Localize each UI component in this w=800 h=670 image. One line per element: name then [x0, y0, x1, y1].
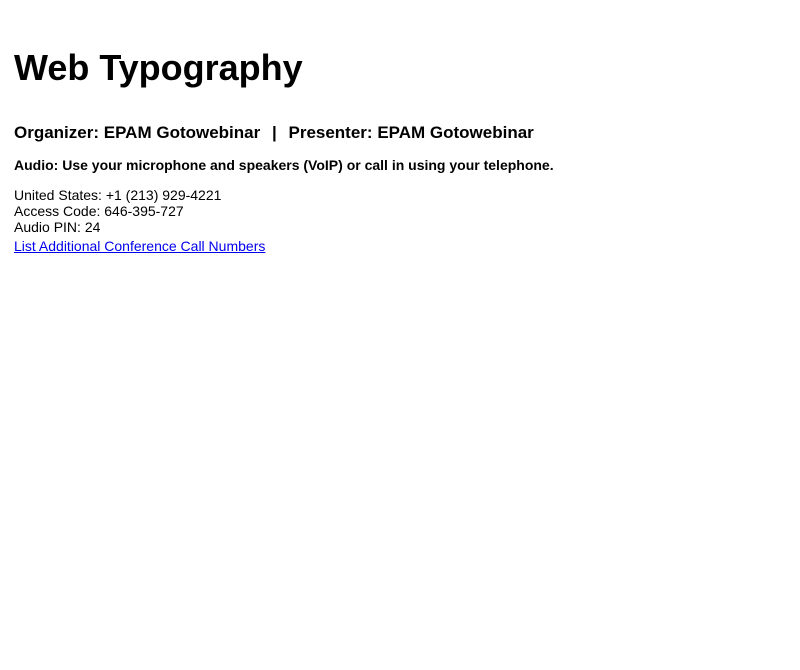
organizer-name: EPAM Gotowebinar [103, 123, 261, 142]
audio-pin: Audio PIN: 24 [14, 219, 101, 235]
presenter-name: EPAM Gotowebinar [377, 123, 534, 142]
phone-number: United States: +1 (213) 929-4221 [14, 187, 222, 203]
separator: | [271, 123, 277, 142]
organizer-presenter-line: Organizer: EPAM Gotowebinar | Presenter:… [14, 123, 534, 143]
audio-instructions: Audio: Use your microphone and speakers … [14, 157, 554, 173]
additional-numbers-link[interactable]: List Additional Conference Call Numbers [14, 238, 265, 254]
page-title: Web Typography [14, 47, 303, 88]
access-code: Access Code: 646-395-727 [14, 203, 184, 219]
organizer-label: Organizer: [14, 123, 100, 142]
dial-in-info: United States: +1 (213) 929-4221 Access … [14, 187, 221, 235]
presenter-label: Presenter: [288, 123, 373, 142]
